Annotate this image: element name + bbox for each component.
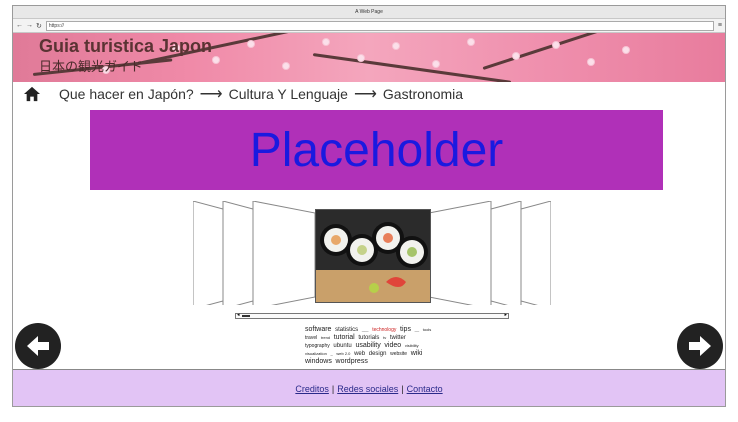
tag[interactable]: tips [400,326,411,333]
tag-cloud: software statistics ___ technology tips … [305,326,435,366]
tag[interactable]: _ [330,351,332,356]
tag[interactable]: ubuntu [333,343,351,349]
placeholder-banner: Placeholder [90,110,663,190]
image-carousel [193,201,551,305]
tag[interactable]: trend [321,335,330,340]
menu-icon[interactable]: ≡ [718,22,722,29]
tag[interactable]: website [390,351,407,357]
blossom-decoration [623,47,629,53]
blossom-decoration [213,57,219,63]
tag[interactable]: typography [305,343,330,349]
site-header: Guia turistica Japon 日本の観光ガイド [13,33,725,82]
breadcrumb: Que hacer en Japón? ⟶ Cultura Y Lenguaje… [13,82,725,106]
tag[interactable]: software [305,326,331,333]
tag[interactable]: twitter [390,335,406,341]
carousel-slide-left-mid[interactable] [222,201,254,305]
footer-separator: | [331,384,335,394]
scrollbar-thumb[interactable] [242,315,250,317]
site-subtitle: 日本の観光ガイド [39,59,144,74]
tag[interactable]: wiki [411,350,423,357]
blossom-decoration [358,55,364,61]
carousel-slide-right-mid[interactable] [490,201,522,305]
forward-button[interactable]: → [26,22,33,30]
prev-button[interactable] [15,323,61,369]
tag[interactable]: visibility [405,343,419,348]
tag[interactable]: video [384,342,401,349]
blossom-decoration [588,59,594,65]
tag[interactable]: visualization [305,351,327,356]
browser-window: A Web Page ← → ↻ https:// ≡ Guia turisti… [12,5,726,407]
tag[interactable]: web 2.0 [336,351,350,356]
carousel-slide-right-far[interactable] [520,201,551,305]
branch-decoration [482,33,636,70]
scroll-right-icon[interactable]: ▸ [504,312,507,318]
footer-link-contacto[interactable]: Contacto [407,384,443,394]
tag[interactable]: tools [423,327,431,332]
banner-text: Placeholder [249,123,504,177]
next-button[interactable] [677,323,723,369]
footer-link-creditos[interactable]: Creditos [295,384,329,394]
breadcrumb-item-que-hacer[interactable]: Que hacer en Japón? [59,86,194,102]
carousel-slide-left-far[interactable] [193,201,224,305]
blossom-decoration [468,39,474,45]
tag[interactable]: windows [305,358,332,365]
site-title: Guia turistica Japon [39,36,213,56]
footer-link-redes-sociales[interactable]: Redes sociales [337,384,398,394]
tag[interactable]: ___ [362,327,369,332]
carousel-slide-left-near[interactable] [252,201,316,305]
footer-separator: | [401,384,404,394]
blossom-decoration [433,61,439,67]
blossom-decoration [393,43,399,49]
scroll-left-icon[interactable]: ◂ [237,312,240,318]
tag[interactable]: tutorial [334,334,355,341]
url-input[interactable]: https:// [45,20,714,31]
blossom-decoration [323,39,329,45]
tag[interactable]: tutorials [358,335,379,341]
carousel-slide-right-near[interactable] [428,201,492,305]
blossom-decoration [283,63,289,69]
breadcrumb-arrow-icon: ⟶ [199,86,223,103]
tag[interactable]: technology [372,327,396,333]
tag[interactable]: wordpress [336,358,368,365]
breadcrumb-item-cultura[interactable]: Cultura Y Lenguaje [229,86,348,102]
tag[interactable]: web [354,351,365,357]
address-bar: ← → ↻ https:// ≡ [13,19,725,33]
tag[interactable]: design [369,351,387,357]
window-title: A Web Page [13,6,725,19]
home-icon[interactable] [23,86,41,102]
blossom-decoration [553,42,559,48]
tag[interactable]: statistics [335,327,358,333]
tag[interactable]: __ [415,327,419,332]
blossom-decoration [248,41,254,47]
blossom-decoration [513,53,519,59]
back-button[interactable]: ← [16,22,23,30]
right-arrow-icon [689,336,711,356]
left-arrow-icon [27,336,49,356]
sushi-roll-image[interactable] [315,209,431,303]
breadcrumb-item-gastronomia[interactable]: Gastronomia [383,86,463,102]
carousel-scrollbar[interactable]: ◂ ▸ [235,312,509,319]
url-text: https:// [48,22,64,29]
breadcrumb-arrow-icon: ⟶ [353,86,377,103]
tag[interactable]: usability [355,342,380,349]
sushi-illustration [316,210,430,302]
tag[interactable]: travel [305,335,317,341]
site-footer: Creditos | Redes sociales | Contacto [13,369,725,406]
branch-decoration [312,53,512,82]
tag[interactable]: tv [383,335,386,340]
reload-button[interactable]: ↻ [36,22,42,30]
